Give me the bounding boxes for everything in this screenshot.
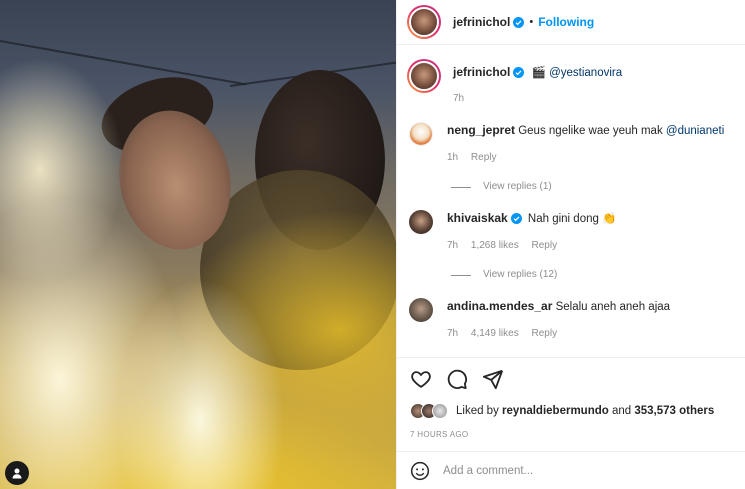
comment-username[interactable]: neng_jepret (447, 123, 515, 137)
author-username[interactable]: jefrinichol (453, 15, 510, 29)
caption-username[interactable]: jefrinichol (453, 65, 510, 79)
comment-avatar[interactable] (409, 298, 433, 322)
caption: jefrinichol 🎬 @yestianovira 7h (407, 59, 737, 106)
comments-list: jefrinichol 🎬 @yestianovira 7h neng_jepr… (397, 45, 745, 357)
post-sidebar: jefrinichol • Following jefrinichol 🎬 @y… (396, 0, 745, 489)
comment-item: khivaiskak Nah gini dong 👏 7h 1,268 like… (409, 210, 737, 282)
comment-avatar[interactable] (409, 210, 433, 234)
caption-time: 7h (453, 93, 465, 104)
comment-item: andina.mendes_ar Selalu aneh aneh ajaa 7… (409, 298, 737, 341)
comment-username[interactable]: andina.mendes_ar (447, 299, 552, 313)
comment-text: Geus ngelike wae yeuh mak (518, 125, 666, 137)
reply-button[interactable]: Reply (471, 152, 497, 163)
comment-item: neng_jepret Geus ngelike wae yeuh mak @d… (409, 122, 737, 194)
post-actions: Liked by reynaldiebermundo and 353,573 o… (397, 357, 745, 481)
comment-text: Selalu aneh aneh ajaa (555, 301, 671, 313)
comment-mention[interactable]: @dunianeti (666, 125, 724, 137)
view-replies-button[interactable]: View replies (12) (451, 268, 616, 282)
comment-time: 1h (447, 152, 459, 163)
liker-avatars[interactable] (410, 403, 448, 419)
likes-count[interactable]: 353,573 others (634, 405, 714, 417)
share-icon[interactable] (482, 368, 504, 390)
post-viewer: jefrinichol • Following jefrinichol 🎬 @y… (0, 0, 745, 489)
verified-icon (513, 67, 525, 78)
caption-mention[interactable]: @yestianovira (549, 67, 622, 79)
verified-icon (510, 213, 522, 224)
add-comment-bar: Add a comment... (397, 451, 745, 489)
heart-icon[interactable] (410, 368, 432, 390)
reply-button[interactable]: Reply (532, 328, 558, 339)
caption-avatar[interactable] (407, 59, 441, 93)
view-replies-button[interactable]: View replies (1) (451, 180, 724, 194)
comment-icon[interactable] (446, 368, 468, 390)
post-timestamp: 7 HOURS AGO (410, 430, 469, 439)
verified-icon (513, 16, 525, 28)
author-avatar[interactable] (407, 5, 441, 39)
comment-time: 7h (447, 328, 459, 339)
emoji-icon[interactable] (410, 461, 430, 481)
comment-text: Nah gini dong 👏 (527, 213, 617, 225)
post-photo[interactable] (0, 0, 396, 489)
comment-input[interactable]: Add a comment... (443, 465, 533, 477)
clapperboard-emoji: 🎬 (531, 67, 546, 79)
comment-username[interactable]: khivaiskak (447, 211, 508, 225)
comment-avatar[interactable] (409, 122, 433, 146)
comment-likes[interactable]: 1,268 likes (471, 240, 519, 251)
reply-button[interactable]: Reply (532, 240, 558, 251)
following-button[interactable]: Following (538, 15, 594, 29)
comment-time: 7h (447, 240, 459, 251)
liker-username[interactable]: reynaldiebermundo (502, 405, 609, 417)
liked-by: Liked by reynaldiebermundo and 353,573 o… (410, 403, 714, 419)
comment-likes[interactable]: 4,149 likes (471, 328, 519, 339)
account-icon[interactable] (5, 461, 29, 485)
post-header: jefrinichol • Following (397, 0, 745, 45)
